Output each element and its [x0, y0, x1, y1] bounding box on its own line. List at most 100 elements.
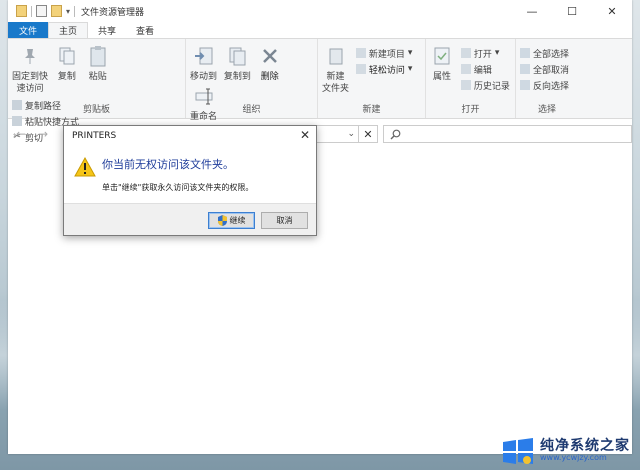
new-folder-label: 新建 文件夹: [322, 72, 350, 94]
select-all-label: 全部选择: [533, 49, 570, 60]
quick-access-toolbar: ▾: [8, 5, 76, 17]
open-button[interactable]: 打开 ▾: [460, 45, 510, 61]
history-label: 历史记录: [473, 81, 510, 92]
separator: [74, 5, 76, 17]
edit-button[interactable]: 编辑: [460, 61, 510, 77]
paste-button[interactable]: 粘贴: [86, 43, 110, 83]
pin-icon: [18, 43, 42, 69]
chevron-down-icon: ▾: [407, 48, 413, 58]
new-group: 新建 文件夹 新建项目 ▾ 轻松访问 ▾ 新建: [318, 39, 426, 118]
copy-button[interactable]: 复制: [55, 43, 79, 83]
copy-label: 复制: [57, 72, 76, 82]
tab-file[interactable]: 文件: [8, 22, 49, 38]
tab-home[interactable]: 主页: [48, 22, 89, 38]
history-icon: [460, 80, 471, 90]
folder-icon: [16, 5, 27, 17]
delete-button[interactable]: 删除: [258, 43, 282, 83]
organize-group-label: 组织: [242, 105, 261, 115]
open-icon: [460, 48, 471, 58]
ribbon: 固定到快 速访问 复制 粘贴 复制路径 粘贴快捷方式 ✂剪切 剪贴板 移动到: [8, 39, 632, 144]
chevron-down-icon: ⌄: [347, 129, 355, 139]
forward-arrow-icon[interactable]: →: [38, 127, 52, 141]
edit-label: 编辑: [473, 65, 492, 76]
watermark: 纯净系统之家 www.ycwjzy.com: [501, 438, 630, 464]
clipboard-group: 固定到快 速访问 复制 粘贴 复制路径 粘贴快捷方式 ✂ 剪切 剪贴板: [8, 39, 186, 144]
tab-share[interactable]: 共享: [88, 22, 126, 38]
paste-label: 粘贴: [88, 72, 107, 82]
properties-label: 属性: [432, 72, 451, 82]
chevron-down-icon: ▾: [494, 48, 500, 58]
dialog-title: PRINTERS: [72, 131, 117, 141]
select-group-label: 选择: [537, 105, 556, 115]
open-label: 打开: [473, 49, 492, 60]
separator: [31, 5, 32, 17]
open-group-label: 打开: [461, 105, 480, 115]
title-bar: ▾ 文件资源管理器 — ☐ ✕: [8, 0, 632, 22]
new-item-icon: [355, 48, 366, 58]
new-folder-icon: [324, 43, 348, 69]
move-to-label: 移动到: [190, 72, 218, 82]
copy-to-label: 复制到: [223, 72, 251, 82]
new-group-label: 新建: [362, 105, 381, 115]
select-all-icon: [520, 48, 530, 58]
watermark-url: www.ycwjzy.com: [540, 453, 607, 463]
chevron-down-icon[interactable]: ▾: [66, 7, 70, 16]
search-icon: [390, 129, 401, 139]
new-item-button[interactable]: 新建项目 ▾: [355, 45, 413, 61]
pin-label: 固定到快 速访问: [12, 72, 49, 94]
organize-group: 移动到 复制到 删除 重命名 组织: [186, 39, 318, 122]
copy-to-icon: [225, 43, 249, 69]
invert-selection-label: 反向选择: [533, 81, 570, 92]
select-none-button[interactable]: 全部取消: [520, 61, 569, 77]
new-folder-button[interactable]: 新建 文件夹: [322, 43, 349, 95]
tab-view[interactable]: 查看: [126, 22, 164, 38]
minimize-button[interactable]: —: [512, 0, 552, 22]
easy-access-icon: [355, 64, 366, 74]
select-all-button[interactable]: 全部选择: [520, 45, 569, 61]
shield-icon: [217, 215, 227, 226]
watermark-name: 纯净系统之家: [540, 437, 630, 454]
invert-selection-icon: [520, 80, 530, 90]
dialog-message: 单击"继续"获取永久访问该文件夹的权限。: [102, 183, 254, 192]
continue-label: 继续: [229, 216, 246, 225]
dialog-main-instruction: 你当前无权访问该文件夹。: [102, 158, 234, 171]
permission-dialog: PRINTERS ✕ 你当前无权访问该文件夹。 单击"继续"获取永久访问该文件夹…: [63, 125, 317, 236]
dialog-footer: 继续 取消: [64, 203, 316, 235]
back-arrow-icon[interactable]: ←: [16, 127, 30, 141]
ribbon-tabs: 文件 主页 共享 查看: [8, 22, 632, 39]
copy-icon: [55, 43, 79, 69]
maximize-button[interactable]: ☐: [552, 0, 592, 22]
properties-button[interactable]: 属性: [430, 43, 454, 83]
history-button[interactable]: 历史记录: [460, 77, 510, 93]
delete-label: 删除: [260, 72, 279, 82]
dialog-close-button[interactable]: ✕: [300, 128, 310, 142]
easy-access-label: 轻松访问: [368, 65, 405, 76]
pin-to-quick-access-button[interactable]: 固定到快 速访问: [12, 43, 48, 95]
continue-button[interactable]: 继续: [208, 212, 255, 229]
properties-icon: [430, 43, 454, 69]
warning-icon: [74, 156, 96, 180]
cancel-button[interactable]: 取消: [261, 212, 308, 229]
properties-icon[interactable]: [36, 5, 47, 17]
windows-logo-icon: [503, 438, 533, 464]
edit-icon: [460, 64, 471, 74]
move-to-button[interactable]: 移动到: [190, 43, 217, 83]
select-none-label: 全部取消: [533, 65, 570, 76]
window-title: 文件资源管理器: [81, 7, 145, 18]
clipboard-icon: [86, 43, 110, 69]
chevron-down-icon: ▾: [407, 64, 413, 74]
invert-selection-button[interactable]: 反向选择: [520, 77, 569, 93]
move-to-icon: [192, 43, 216, 69]
window-controls: — ☐ ✕: [512, 0, 632, 22]
new-folder-icon[interactable]: [51, 5, 62, 17]
open-group: 属性 打开 ▾ 编辑 历史记录 打开: [426, 39, 516, 118]
select-group: 全部选择 全部取消 反向选择 选择: [516, 39, 578, 118]
search-input[interactable]: [383, 125, 632, 143]
new-item-label: 新建项目: [368, 49, 405, 60]
select-none-icon: [520, 64, 530, 74]
delete-icon: [258, 43, 282, 69]
close-button[interactable]: ✕: [592, 0, 632, 22]
copy-to-button[interactable]: 复制到: [224, 43, 251, 83]
clear-address-button[interactable]: ✕: [358, 125, 378, 143]
easy-access-button[interactable]: 轻松访问 ▾: [355, 61, 413, 77]
